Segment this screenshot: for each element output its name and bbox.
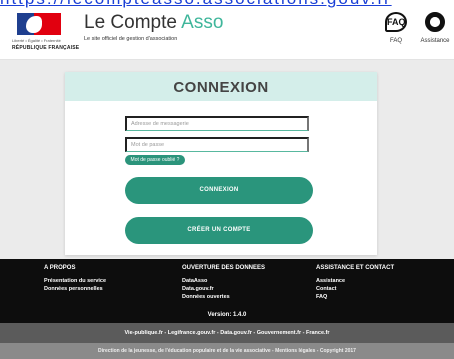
site-header: Liberté • Égalité • Fraternité RÉPUBLIQU…	[0, 8, 454, 60]
marianne-flag-icon	[17, 13, 61, 35]
top-url-link[interactable]: https://lecompteasso.associations.gouv.f…	[0, 0, 392, 8]
footer-link-dataasso[interactable]: DataAsso	[182, 277, 265, 285]
lifebuoy-icon	[425, 12, 445, 32]
faq-icon: FAQ	[385, 12, 407, 32]
login-title: CONNEXION	[173, 79, 269, 96]
login-card: CONNEXION Mot de passe oublié ? CONNEXIO…	[65, 72, 377, 255]
logo-republic: RÉPUBLIQUE FRANÇAISE	[12, 45, 80, 51]
login-card-header: CONNEXION	[65, 72, 377, 101]
copyright-bar[interactable]: Direction de la jeunesse, de l'éducation…	[0, 343, 454, 359]
top-url-strip: https://lecompteasso.associations.gouv.f…	[0, 0, 454, 8]
footer-column-about: A PROPOS Présentation du service Données…	[44, 265, 106, 293]
gov-links-bar[interactable]: Vie-publique.fr - Legifrance.gouv.fr - D…	[0, 323, 454, 343]
login-button[interactable]: CONNEXION	[125, 177, 313, 204]
create-account-button[interactable]: CRÉER UN COMPTE	[125, 217, 313, 244]
email-input[interactable]	[125, 116, 309, 131]
app-version: Version: 1.4.0	[207, 312, 247, 318]
brand-title: Le Compte Asso	[84, 12, 223, 34]
footer-column-open-data: OUVERTURE DES DONNEES DataAsso Data.gouv…	[182, 265, 265, 301]
site-footer: A PROPOS Présentation du service Données…	[0, 259, 454, 323]
footer-link-data-gouv[interactable]: Data.gouv.fr	[182, 285, 265, 293]
footer-link-presentation[interactable]: Présentation du service	[44, 277, 106, 285]
footer-link-open-data[interactable]: Données ouvertes	[182, 293, 265, 301]
forgot-password-button[interactable]: Mot de passe oublié ?	[125, 155, 185, 165]
assistance-button[interactable]: Assistance	[416, 12, 454, 52]
logo-motto: Liberté • Égalité • Fraternité	[12, 38, 61, 43]
government-logo[interactable]: Liberté • Égalité • Fraternité RÉPUBLIQU…	[12, 12, 80, 56]
footer-column-title: OUVERTURE DES DONNEES	[182, 265, 266, 271]
footer-link-faq[interactable]: FAQ	[316, 293, 394, 301]
faq-label: FAQ	[389, 38, 402, 44]
faq-button[interactable]: FAQ FAQ	[381, 12, 411, 52]
footer-link-personal-data[interactable]: Données personnelles	[44, 285, 106, 293]
footer-column-title: ASSISTANCE ET CONTACT	[316, 265, 395, 271]
brand-title-accent: Asso	[181, 12, 224, 33]
assistance-label: Assistance	[420, 38, 450, 44]
footer-link-assistance[interactable]: Assistance	[316, 277, 394, 285]
footer-column-assistance: ASSISTANCE ET CONTACT Assistance Contact…	[316, 265, 394, 301]
brand[interactable]: Le Compte Asso Le site officiel de gesti…	[84, 12, 223, 42]
password-input[interactable]	[125, 137, 309, 152]
footer-link-contact[interactable]: Contact	[316, 285, 394, 293]
brand-subtitle: Le site officiel de gestion d'associatio…	[84, 36, 178, 42]
brand-title-main: Le Compte	[84, 12, 182, 33]
footer-column-title: A PROPOS	[44, 265, 76, 271]
